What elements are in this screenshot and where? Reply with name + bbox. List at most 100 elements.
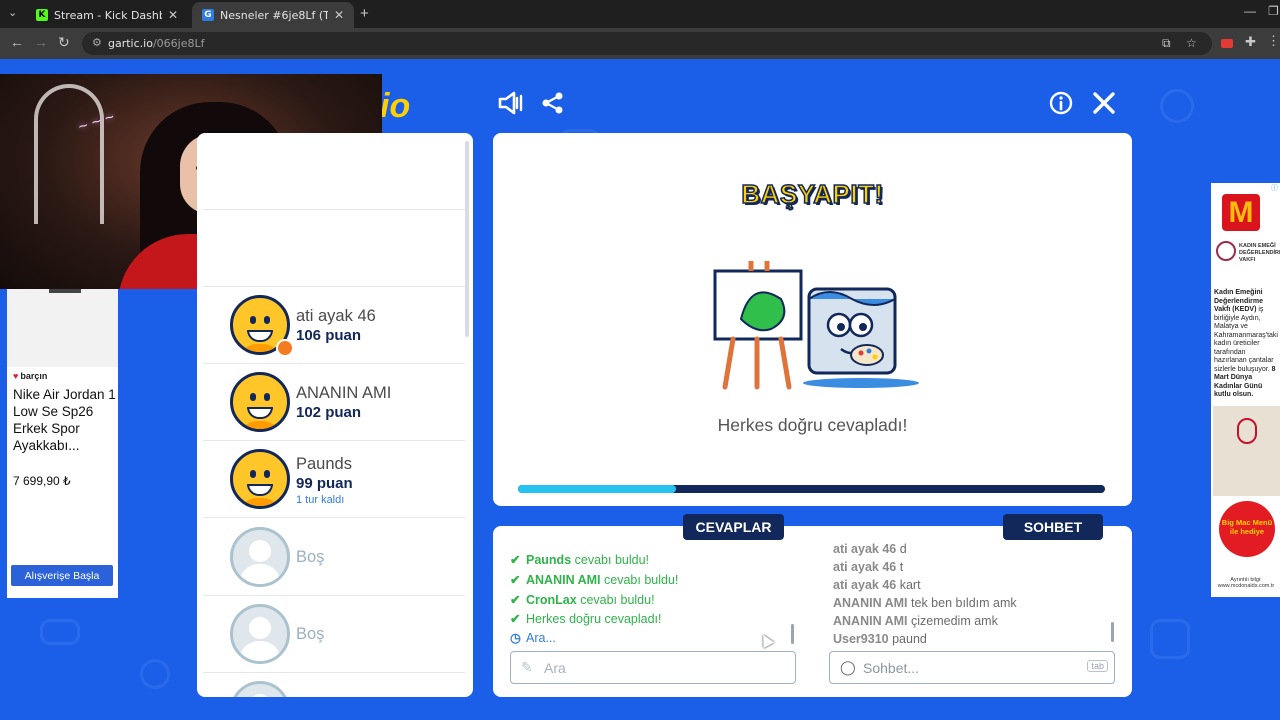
empty-slot-row: Boş: [203, 519, 465, 596]
empty-slot-row: [203, 673, 465, 697]
player-row-hidden: [203, 133, 465, 210]
tab-key-hint: tab: [1087, 660, 1108, 672]
address-bar[interactable]: ⚙ gartic.io/066je8Lf ⧉ ☆: [82, 32, 1212, 55]
player-points: 106 puan: [296, 327, 362, 344]
drawing-result-card: BAŞYAPIT! Herkes doğru cevapladı!: [493, 133, 1132, 506]
ad-footer: Ayrıntılı bilgi: www.mcdonalds.com.tr: [1217, 577, 1275, 589]
ad-choices-icon[interactable]: ⓘ: [1271, 183, 1280, 192]
tab-search-chevron-icon[interactable]: ⌄: [8, 6, 17, 19]
new-tab-plus-icon[interactable]: +: [360, 5, 369, 22]
chat-message: ANANIN AMI tek ben bıldım amk: [833, 596, 1017, 610]
close-game-icon[interactable]: [1092, 91, 1116, 115]
close-tab-icon[interactable]: ✕: [334, 8, 344, 22]
answers-chat-panel: CEVAPLAR SOHBET ✔ Paunds cevabı buldu! ✔ A…: [493, 514, 1132, 697]
bg-doodle: [140, 659, 170, 689]
forward-arrow-icon[interactable]: →: [34, 34, 48, 50]
player-row-hidden: [203, 210, 465, 287]
player-points: 102 puan: [296, 404, 362, 421]
kick-favicon-icon: K: [36, 9, 48, 21]
answers-scrollbar[interactable]: [791, 624, 794, 644]
easel-paint-bucket-illustration: [713, 261, 919, 390]
clock-icon: ◷: [510, 631, 521, 645]
site-info-icon[interactable]: ⚙: [92, 36, 102, 49]
player-row[interactable]: ati ayak 46 106 puan: [203, 287, 465, 364]
all-correct-message: Herkes doğru cevapladı!: [717, 415, 908, 435]
install-app-icon[interactable]: ⧉: [1162, 36, 1171, 51]
check-icon: ✔: [510, 612, 521, 626]
ad-body-text: Kadın Emeğini Değerlendirme Vakfı (KEDV)…: [1214, 289, 1278, 398]
bg-doodle: [40, 619, 80, 645]
chat-message: ati ayak 46 kart: [833, 578, 921, 592]
product-image[interactable]: [7, 289, 118, 367]
round-timer-fill: [518, 485, 677, 493]
ad-price: 7 699,90 ₺: [13, 474, 71, 488]
answers-tab[interactable]: CEVAPLAR: [683, 514, 784, 540]
left-ad[interactable]: ♥ barçın Nike Air Jordan 1 Low Se Sp26 Er…: [7, 289, 118, 598]
chat-scrollbar[interactable]: [1111, 622, 1114, 642]
mirror-frame: [34, 84, 104, 224]
kedv-name: KADIN EMEĞİ DEĞERLENDİRME VAKFI: [1239, 243, 1280, 263]
bookmark-star-icon[interactable]: ☆: [1186, 36, 1197, 50]
player-name: ati ayak 46: [296, 307, 376, 325]
extensions-puzzle-icon[interactable]: ✚: [1245, 34, 1256, 50]
restore-window-icon[interactable]: ❐: [1268, 4, 1279, 18]
tab-title: Stream - Kick Dashboard: [54, 8, 162, 22]
answer-item-info: ◷ Ara...: [510, 631, 556, 645]
player-name: ANANIN AMI: [296, 384, 392, 402]
right-ad[interactable]: ⓘ M KADIN EMEĞİ DEĞERLENDİRME VAKFI Kadı…: [1211, 183, 1280, 597]
bg-doodle: [1150, 619, 1190, 659]
answer-item: ✔ Paunds cevabı buldu!: [510, 553, 649, 567]
pencil-icon: ✎: [521, 659, 533, 675]
tote-bag-image: [1213, 406, 1280, 496]
minimize-window-icon[interactable]: —: [1244, 4, 1256, 18]
chat-message: ANANIN AMI çizemedim amk: [833, 614, 998, 628]
answer-item: ✔ ANANIN AMI cevabı buldu!: [510, 573, 679, 587]
extension-red-icon[interactable]: [1221, 39, 1233, 48]
player-row[interactable]: ANANIN AMI 102 puan: [203, 364, 465, 441]
chat-tab[interactable]: SOHBET: [1003, 514, 1103, 540]
player-name: Paunds: [296, 455, 352, 473]
chat-message: ati ayak 46 d: [833, 542, 907, 556]
ad-product-title[interactable]: Nike Air Jordan 1 Low Se Sp26 Erkek Spor…: [13, 386, 117, 454]
players-panel: ati ayak 46 106 puan ANANIN AMI 102 puan…: [197, 133, 473, 697]
player-avatar: [230, 449, 290, 509]
round-timer-bar: [518, 485, 1105, 493]
ad-brand: ♥ barçın: [13, 371, 48, 381]
player-points: 99 puan: [296, 475, 353, 492]
players-scrollbar[interactable]: [465, 141, 469, 337]
url-text[interactable]: gartic.io/066je8Lf: [108, 37, 204, 50]
chat-message: User9310 paund: [833, 632, 927, 646]
empty-slot-row: Boş: [203, 596, 465, 673]
browser-toolbar: ← → ↻ ⚙ gartic.io/066je8Lf ⧉ ☆ ✚ ⋮: [0, 28, 1280, 59]
answer-input[interactable]: ✎ Ara: [510, 651, 796, 684]
shop-now-button[interactable]: Alışverişe Başla: [11, 565, 113, 586]
mcdonalds-logo: M: [1222, 194, 1260, 231]
share-icon[interactable]: [541, 91, 565, 115]
brand-logo-icon: ♥: [13, 371, 19, 381]
empty-avatar-icon: [230, 527, 290, 587]
browser-tab-kick[interactable]: K Stream - Kick Dashboard ✕: [26, 2, 188, 28]
empty-avatar-icon: [230, 681, 290, 697]
browser-tab-strip: ⌄ K Stream - Kick Dashboard ✕ G Nesneler…: [0, 0, 1280, 28]
gartic-logo: io: [380, 87, 411, 125]
chat-input[interactable]: ◯ Sohbet... tab: [829, 651, 1115, 684]
browser-menu-icon[interactable]: ⋮: [1267, 33, 1280, 49]
browser-tab-gartic[interactable]: G Nesneler #6je8Lf (Türkçe) - Gar ✕: [192, 2, 354, 28]
close-tab-icon[interactable]: ✕: [168, 8, 178, 22]
reload-icon[interactable]: ↻: [58, 34, 70, 51]
masterpiece-title: BAŞYAPIT!: [741, 178, 884, 210]
back-arrow-icon[interactable]: ←: [10, 34, 24, 50]
check-icon: ✔: [510, 553, 521, 567]
check-icon: ✔: [510, 593, 521, 607]
turns-left-note: 1 tur kaldı: [296, 494, 345, 506]
away-status-icon: [276, 339, 294, 357]
player-row[interactable]: Paunds 99 puan 1 tur kaldı: [203, 441, 465, 518]
answer-item: ✔ Herkes doğru cevapladı!: [510, 612, 662, 626]
sound-muted-icon[interactable]: [497, 90, 525, 116]
player-avatar: [230, 372, 290, 432]
big-mac-promo-badge: Big Mac Menü ile hediye: [1219, 501, 1275, 557]
chat-bubble-icon: ◯: [840, 659, 856, 675]
tab-title: Nesneler #6je8Lf (Türkçe) - Gar: [220, 8, 328, 22]
answer-input-placeholder: Ara: [544, 660, 566, 676]
info-icon[interactable]: [1049, 91, 1073, 115]
